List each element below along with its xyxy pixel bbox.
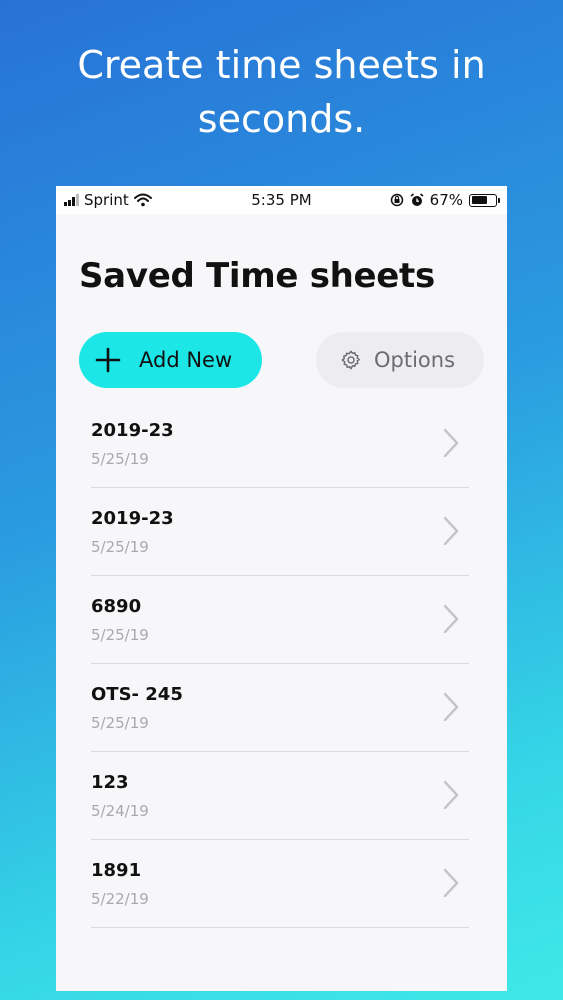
battery-percent: 67% bbox=[429, 191, 463, 209]
timesheet-row[interactable]: 123 5/24/19 bbox=[91, 752, 469, 840]
promo-headline-line1: Create time sheets in bbox=[77, 43, 486, 87]
alarm-icon bbox=[410, 193, 424, 206]
timesheet-name: 2019-23 bbox=[91, 508, 174, 529]
add-new-label: Add New bbox=[139, 348, 233, 372]
options-button[interactable]: Options bbox=[316, 332, 484, 388]
options-label: Options bbox=[374, 348, 456, 372]
phone-screen: Sprint 5:35 PM 67% Saved Time sheets Add… bbox=[56, 186, 507, 991]
promo-headline: Create time sheets in seconds. bbox=[0, 38, 563, 146]
promo-headline-line2: seconds. bbox=[197, 97, 366, 141]
timesheet-date: 5/25/19 bbox=[91, 626, 149, 644]
timesheet-date: 5/24/19 bbox=[91, 802, 149, 820]
timesheet-row[interactable]: 6890 5/25/19 bbox=[91, 576, 469, 664]
timesheet-date: 5/22/19 bbox=[91, 890, 149, 908]
battery-icon bbox=[469, 193, 500, 207]
timesheet-name: 6890 bbox=[91, 596, 142, 617]
timesheet-row[interactable]: 2019-23 5/25/19 bbox=[91, 400, 469, 488]
chevron-right-icon bbox=[443, 868, 459, 898]
timesheet-date: 5/25/19 bbox=[91, 538, 149, 556]
gear-icon bbox=[341, 350, 360, 370]
chevron-right-icon bbox=[443, 516, 459, 546]
timesheet-row[interactable]: OTS- 245 5/25/19 bbox=[91, 664, 469, 752]
plus-icon bbox=[95, 347, 121, 373]
timesheet-row[interactable]: 1891 5/22/19 bbox=[91, 840, 469, 928]
status-bar-right: 67% bbox=[390, 191, 500, 209]
timesheet-name: 2019-23 bbox=[91, 420, 174, 441]
rotation-lock-icon bbox=[390, 193, 403, 207]
chevron-right-icon bbox=[443, 692, 459, 722]
timesheet-row[interactable]: 2019-23 5/25/19 bbox=[91, 488, 469, 576]
page-title: Saved Time sheets bbox=[79, 256, 435, 296]
timesheet-name: 123 bbox=[91, 772, 129, 793]
timesheet-name: OTS- 245 bbox=[91, 684, 183, 705]
chevron-right-icon bbox=[443, 428, 459, 458]
timesheet-list: 2019-23 5/25/19 2019-23 5/25/19 6890 5/25/19 O… bbox=[91, 400, 469, 928]
chevron-right-icon bbox=[443, 780, 459, 810]
status-bar: Sprint 5:35 PM 67% bbox=[56, 186, 507, 214]
timesheet-name: 1891 bbox=[91, 860, 142, 881]
add-new-button[interactable]: Add New bbox=[79, 332, 262, 388]
chevron-right-icon bbox=[443, 604, 459, 634]
timesheet-date: 5/25/19 bbox=[91, 714, 149, 732]
timesheet-date: 5/25/19 bbox=[91, 450, 149, 468]
